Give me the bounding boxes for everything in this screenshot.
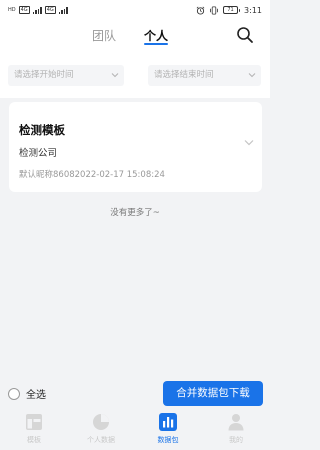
tab-personal[interactable]: 个人 <box>144 27 168 44</box>
record-meta: 默认昵称86082022-02-17 15:08:24 <box>19 170 165 180</box>
record-title: 检测模板 <box>19 123 65 137</box>
nav-label-personal-data: 个人数据 <box>87 436 115 444</box>
status-right: 71 3:11 <box>196 6 262 15</box>
nav-item-personal-data[interactable]: 个人数据 <box>71 413 131 445</box>
battery-icon: 71 <box>223 6 241 14</box>
end-date-placeholder: 请选择结束时间 <box>154 70 214 80</box>
nav-label-mine: 我的 <box>229 436 243 444</box>
pie-chart-icon <box>93 414 109 430</box>
end-date-select[interactable]: 请选择结束时间 <box>148 65 261 86</box>
nav-item-data-package[interactable]: 数据包 <box>138 413 198 445</box>
status-left: HD 4G 4G <box>8 6 68 14</box>
date-filter-bar: 请选择开始时间 请选择结束时间 <box>0 52 270 98</box>
chevron-down-icon <box>111 73 119 78</box>
clock-time: 3:11 <box>244 5 262 15</box>
hd-badge: HD <box>8 7 16 13</box>
list-end-text: 没有更多了~ <box>110 208 160 218</box>
battery-level: 71 <box>223 6 239 14</box>
network-type-2: 4G <box>44 6 56 14</box>
radio-circle-icon[interactable] <box>8 387 20 400</box>
tab-team[interactable]: 团队 <box>92 27 116 44</box>
nav-item-template[interactable]: 模板 <box>4 413 64 445</box>
nav-item-mine[interactable]: 我的 <box>206 413 266 445</box>
nav-label-template: 模板 <box>27 436 41 444</box>
signal-icon-1 <box>32 6 42 14</box>
bottom-action-bar: 全选 合并数据包下载 <box>0 378 270 410</box>
vibrate-icon <box>210 5 219 15</box>
bottom-nav: 模板 个人数据 数据包 我的 <box>0 410 270 450</box>
select-all-checkbox[interactable]: 全选 <box>8 386 46 401</box>
record-card[interactable]: 检测模板 检测公司 默认昵称86082022-02-17 15:08:24 <box>9 102 262 192</box>
signal-icon-2 <box>58 6 68 14</box>
nav-label-data-package: 数据包 <box>157 436 179 444</box>
chevron-down-icon <box>248 73 256 78</box>
select-all-label: 全选 <box>26 390 46 401</box>
start-date-select[interactable]: 请选择开始时间 <box>8 65 124 86</box>
alarm-icon <box>196 6 205 15</box>
search-icon[interactable] <box>236 26 254 44</box>
bar-chart-icon <box>159 413 177 431</box>
template-icon <box>26 414 42 430</box>
user-icon <box>228 414 244 431</box>
chevron-down-icon[interactable] <box>244 139 254 146</box>
top-header: 团队 个人 <box>0 20 270 52</box>
merge-download-button[interactable]: 合并数据包下载 <box>163 381 263 406</box>
network-type-1: 4G <box>18 6 30 14</box>
active-tab-indicator <box>144 43 168 45</box>
record-company: 检测公司 <box>19 148 58 159</box>
status-bar: HD 4G 4G 71 3:11 <box>0 0 270 20</box>
start-date-placeholder: 请选择开始时间 <box>14 70 74 80</box>
